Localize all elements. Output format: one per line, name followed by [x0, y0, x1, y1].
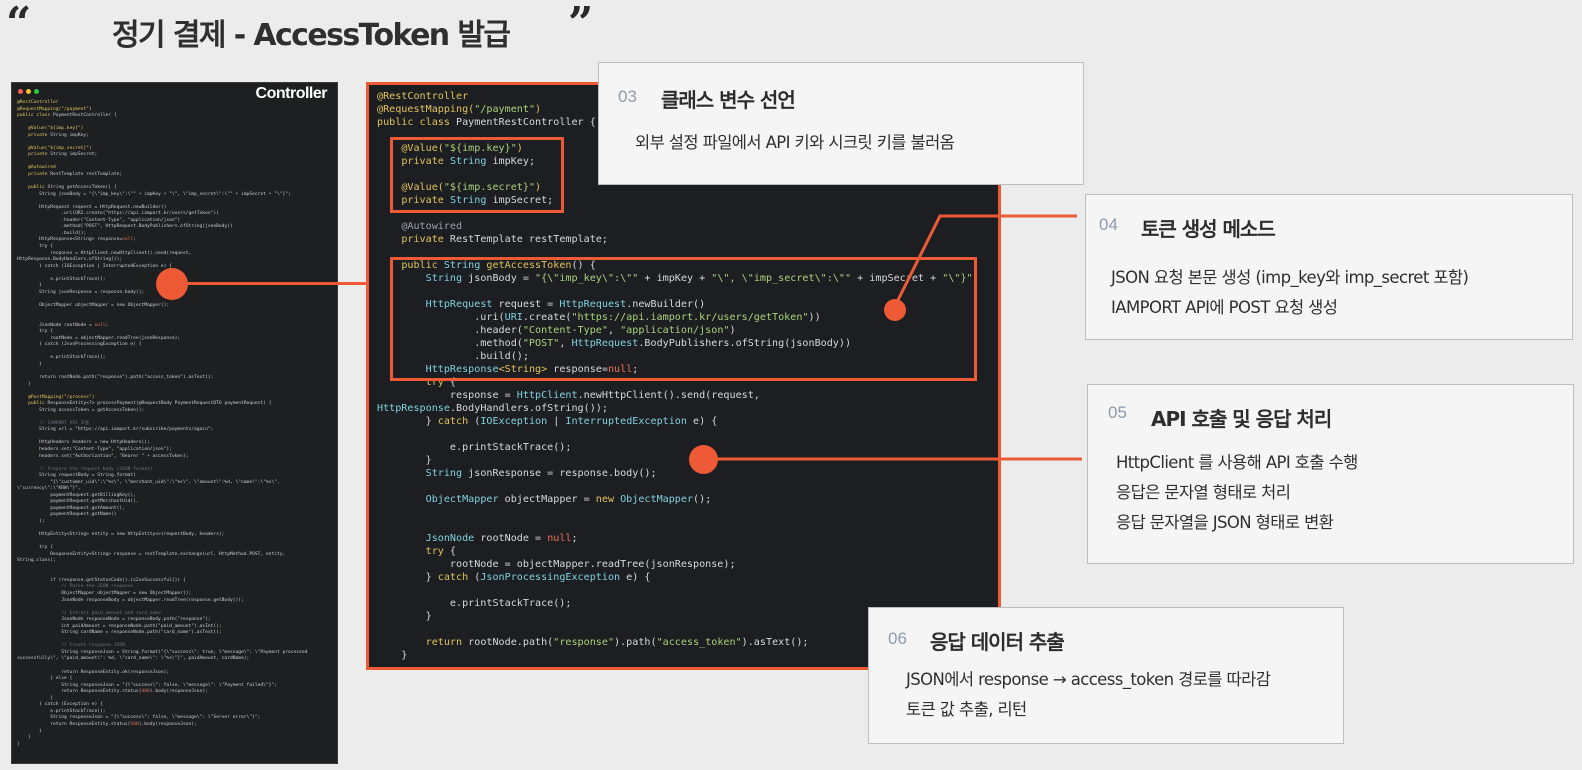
- callout-response-extract: 06 응답 데이터 추출 JSON에서 response → access_to…: [868, 607, 1344, 744]
- connector-dot-05: [689, 445, 718, 474]
- callout-number: 04: [1099, 215, 1118, 234]
- callout-line: JSON에서 response → access_token 경로를 따라감: [906, 670, 1271, 689]
- callout-heading: API 호출 및 응답 처리: [1151, 407, 1332, 431]
- callout-heading: 응답 데이터 추출: [930, 630, 1065, 654]
- callout-heading: 클래스 변수 선언: [661, 88, 796, 112]
- callout-heading: 토큰 생성 메소드: [1141, 217, 1276, 241]
- callout-api-call: 05 API 호출 및 응답 처리 HttpClient 를 사용해 API 호…: [1087, 384, 1574, 564]
- callout-number: 05: [1108, 403, 1127, 422]
- callout-line: 응답 문자열을 JSON 형태로 변환: [1116, 513, 1334, 532]
- callout-line: JSON 요청 본문 생성 (imp_key와 imp_secret 포함): [1111, 268, 1469, 287]
- callout-token-method: 04 토큰 생성 메소드 JSON 요청 본문 생성 (imp_key와 imp…: [1085, 194, 1573, 340]
- callout-line: 외부 설정 파일에서 API 키와 시크릿 키를 불러옴: [635, 133, 955, 152]
- callout-line: 토큰 값 추출, 리턴: [906, 700, 1027, 719]
- callout-line: 응답은 문자열 형태로 처리: [1116, 483, 1291, 502]
- callout-line: HttpClient 를 사용해 API 호출 수행: [1116, 453, 1358, 472]
- callout-body: JSON에서 response → access_token 경로를 따라감 토…: [906, 665, 1271, 725]
- connector-dot-04: [884, 299, 906, 321]
- callout-body: HttpClient 를 사용해 API 호출 수행 응답은 문자열 형태로 처…: [1116, 448, 1358, 538]
- callout-class-variables: 03 클래스 변수 선언 외부 설정 파일에서 API 키와 시크릿 키를 불러…: [598, 62, 1084, 185]
- connector-line-04: [891, 214, 1077, 311]
- callout-number: 06: [888, 629, 907, 648]
- callout-number: 03: [618, 87, 637, 106]
- callout-body: JSON 요청 본문 생성 (imp_key와 imp_secret 포함) I…: [1111, 263, 1469, 323]
- callout-line: IAMPORT API에 POST 요청 생성: [1111, 298, 1338, 317]
- callout-body: 외부 설정 파일에서 API 키와 시크릿 키를 불러옴: [635, 128, 955, 158]
